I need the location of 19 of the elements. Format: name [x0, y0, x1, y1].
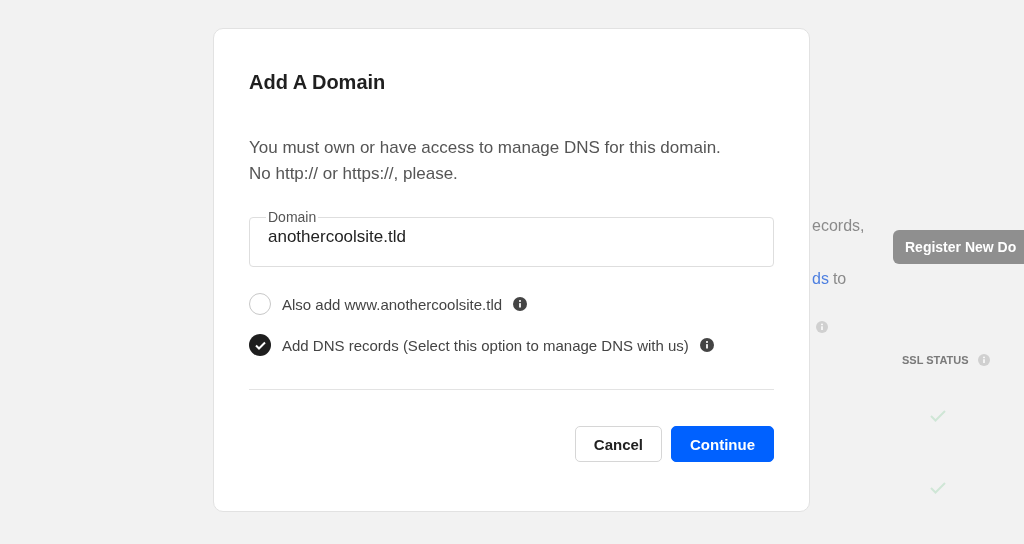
- option-label: Add DNS records (Select this option to manage DNS with us): [282, 336, 689, 354]
- description-text: You must own or have access to manage DNS for this domain.: [249, 137, 722, 159]
- domain-field[interactable]: Domain anothercoolsite.tld: [249, 209, 774, 267]
- radio-button[interactable]: [249, 293, 271, 315]
- field-label: Domain: [267, 209, 318, 225]
- description-text: to: [832, 270, 847, 288]
- info-icon[interactable]: [699, 338, 714, 352]
- check-icon: [254, 340, 266, 350]
- radio-button[interactable]: [249, 334, 271, 356]
- info-icon[interactable]: [513, 297, 528, 311]
- domain-input[interactable]: anothercoolsite.tld: [268, 225, 755, 247]
- column-header: SSL STATUS: [902, 354, 969, 366]
- description-text: No http:// or https://, please.: [249, 163, 459, 185]
- option-label: Also add www.anothercoolsite.tld: [282, 295, 503, 313]
- dialog-title: Add A Domain: [249, 70, 387, 95]
- continue-button[interactable]: Continue: [671, 426, 774, 462]
- cancel-button[interactable]: Cancel: [574, 426, 662, 462]
- description-text: ecords,: [812, 217, 865, 235]
- link[interactable]: ds: [812, 270, 829, 288]
